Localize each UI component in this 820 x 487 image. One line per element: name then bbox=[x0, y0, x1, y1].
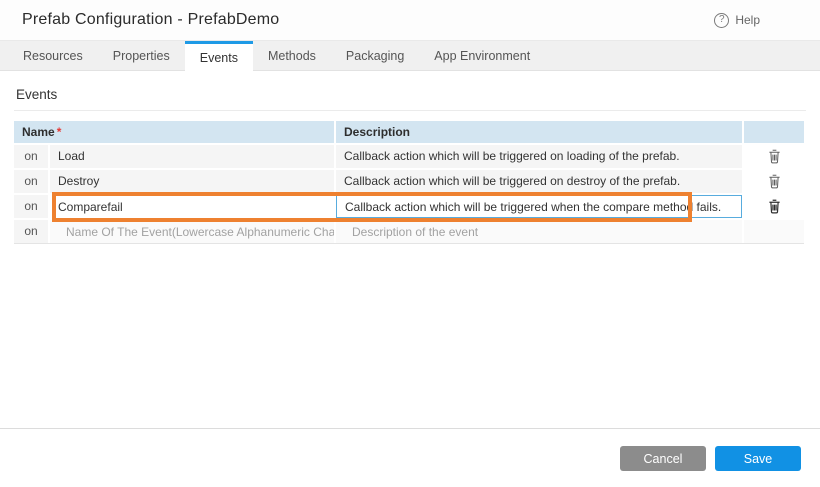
trash-icon bbox=[768, 149, 781, 164]
event-description-cell bbox=[336, 195, 742, 218]
event-name-cell bbox=[50, 195, 334, 218]
page-title: Prefab Configuration - PrefabDemo bbox=[22, 11, 279, 29]
table-row-destroy: on Destroy Callback action which will be… bbox=[14, 170, 804, 193]
prefab-configuration-dialog: Prefab Configuration - PrefabDemo ? Help… bbox=[0, 0, 820, 487]
tab-events[interactable]: Events bbox=[185, 41, 253, 71]
help-label: Help bbox=[735, 13, 760, 27]
question-circle-icon: ? bbox=[714, 13, 729, 28]
event-prefix: on bbox=[14, 170, 48, 193]
section-divider bbox=[14, 110, 806, 111]
delete-event-button[interactable] bbox=[744, 170, 804, 193]
cancel-button[interactable]: Cancel bbox=[620, 446, 706, 471]
table-row-load: on Load Callback action which will be tr… bbox=[14, 145, 804, 168]
event-prefix: on bbox=[14, 220, 48, 243]
event-name-input[interactable] bbox=[50, 195, 334, 218]
tab-resources[interactable]: Resources bbox=[8, 41, 98, 70]
event-description-cell[interactable]: Callback action which will be triggered … bbox=[336, 145, 742, 168]
table-row-new-event: on bbox=[14, 220, 804, 244]
tab-bar: Resources Properties Events Methods Pack… bbox=[0, 41, 820, 71]
event-description-cell bbox=[336, 220, 742, 243]
column-header-actions bbox=[744, 121, 804, 143]
title-bar: Prefab Configuration - PrefabDemo ? Help bbox=[0, 0, 820, 41]
tab-properties[interactable]: Properties bbox=[98, 41, 185, 70]
event-name-cell[interactable]: Destroy bbox=[50, 170, 334, 193]
event-actions-cell bbox=[744, 170, 804, 193]
help-button[interactable]: ? Help bbox=[714, 13, 760, 28]
event-description-cell[interactable]: Callback action which will be triggered … bbox=[336, 170, 742, 193]
column-header-description: Description bbox=[336, 121, 742, 143]
required-marker: * bbox=[57, 125, 62, 139]
section-title: Events bbox=[16, 87, 820, 102]
table-header-row: Name* Description bbox=[14, 121, 804, 143]
save-button[interactable]: Save bbox=[715, 446, 801, 471]
delete-event-button[interactable] bbox=[744, 195, 804, 218]
event-name-cell bbox=[50, 220, 334, 243]
event-actions-cell bbox=[744, 145, 804, 168]
new-event-name-input[interactable] bbox=[58, 220, 334, 243]
event-prefix: on bbox=[14, 145, 48, 168]
footer-bar: Cancel Save bbox=[0, 428, 820, 487]
event-prefix: on bbox=[14, 195, 48, 218]
table-row-comparefail: on bbox=[14, 195, 804, 218]
events-panel: Events Name* Description on Load Callbac… bbox=[0, 71, 820, 428]
new-event-description-input[interactable] bbox=[344, 220, 742, 243]
trash-icon bbox=[768, 174, 781, 189]
events-table: Name* Description on Load Callback actio… bbox=[14, 121, 804, 244]
event-actions-cell bbox=[744, 195, 804, 218]
tab-methods[interactable]: Methods bbox=[253, 41, 331, 70]
delete-event-button[interactable] bbox=[744, 145, 804, 168]
event-name-cell[interactable]: Load bbox=[50, 145, 334, 168]
tab-packaging[interactable]: Packaging bbox=[331, 41, 419, 70]
column-header-name: Name* bbox=[14, 121, 334, 143]
name-header-label: Name bbox=[22, 125, 55, 139]
tab-app-environment[interactable]: App Environment bbox=[419, 41, 545, 70]
trash-icon bbox=[768, 199, 781, 214]
event-description-input[interactable] bbox=[336, 195, 742, 218]
event-actions-cell bbox=[744, 220, 804, 243]
